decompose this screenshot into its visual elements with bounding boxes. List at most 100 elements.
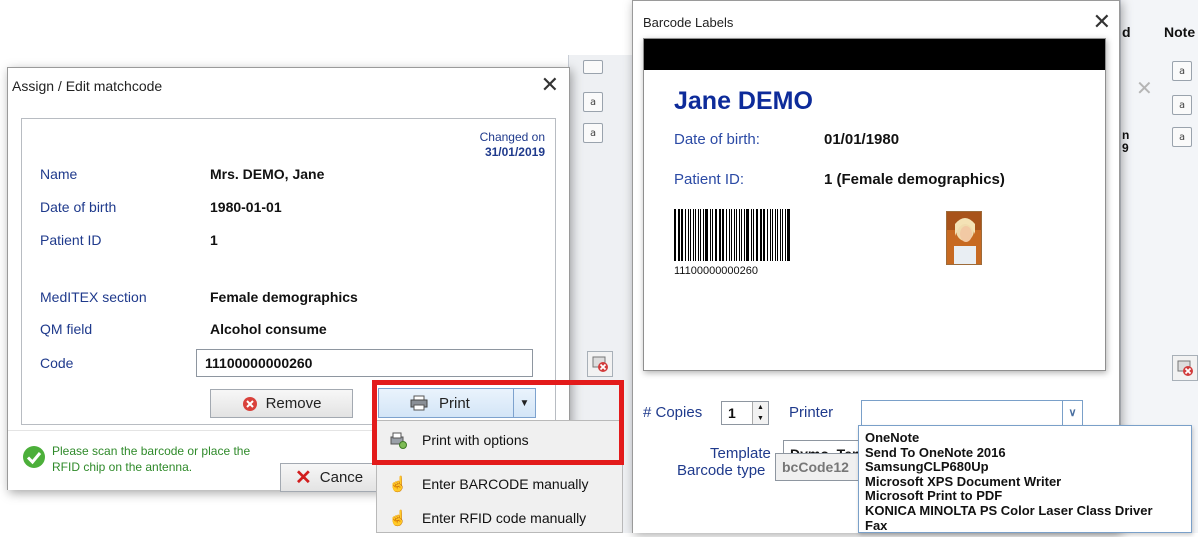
card-patient-name: Jane DEMO xyxy=(674,87,813,115)
barcode-bar xyxy=(678,209,680,261)
background-header-right: Note xyxy=(1164,24,1196,40)
row-edit-icon[interactable]: a xyxy=(583,92,603,112)
menu-item-label: Enter RFID code manually xyxy=(422,510,587,526)
barcode-bar xyxy=(681,209,683,261)
barcode-graphic xyxy=(674,209,794,261)
template-label: Template xyxy=(710,445,771,462)
card-patient-id-value: 1 (Female demographics) xyxy=(824,171,1005,188)
barcode-bar xyxy=(782,209,783,261)
dialog-titlebar[interactable]: Barcode Labels ✕ xyxy=(633,1,1119,35)
barcode-bar xyxy=(763,209,765,261)
check-icon xyxy=(22,445,46,469)
barcode-bar xyxy=(695,209,696,261)
hand-icon: ☝ xyxy=(388,510,408,527)
printer-option[interactable]: Microsoft XPS Document Writer xyxy=(865,474,1061,489)
chevron-down-icon[interactable]: ∨ xyxy=(1062,401,1082,425)
spinner-arrows-icon[interactable]: ▲ ▼ xyxy=(752,402,768,424)
hand-icon: ☝ xyxy=(388,476,408,493)
card-dob-value: 01/01/1980 xyxy=(824,131,900,148)
dob-value: 1980-01-01 xyxy=(210,199,282,215)
close-icon[interactable]: ✕ xyxy=(1093,9,1111,35)
printer-option[interactable]: KONICA MINOLTA PS Color Laser Class Driv… xyxy=(865,503,1153,518)
row-edit-icon[interactable]: a xyxy=(583,123,603,143)
barcode-type-select[interactable]: bcCode12 xyxy=(775,453,865,481)
barcode-bar xyxy=(719,209,721,261)
printer-dropdown-list: OneNote Send To OneNote 2016 SamsungCLP680… xyxy=(858,425,1192,533)
qm-field-value: Alcohol consume xyxy=(210,321,327,337)
barcode-bar xyxy=(700,209,701,261)
changed-on-label: Changed on xyxy=(479,130,545,144)
barcode-bar xyxy=(767,209,768,261)
background-close-icon: ✕ xyxy=(1136,78,1153,100)
menu-item-enter-barcode[interactable]: ☝ Enter BARCODE manually xyxy=(377,465,622,503)
close-icon[interactable]: ✕ xyxy=(541,72,559,98)
barcode-bar xyxy=(739,209,740,261)
barcode-bar xyxy=(777,209,778,261)
barcode-bar xyxy=(688,209,689,261)
printer-option[interactable]: SamsungCLP680Up xyxy=(865,459,989,474)
printer-select[interactable]: ∨ xyxy=(861,400,1083,426)
dob-label: Date of birth xyxy=(40,199,117,215)
menu-item-enter-rfid[interactable]: ☝ Enter RFID code manually xyxy=(377,499,622,537)
dialog-titlebar[interactable]: Assign / Edit matchcode ✕ xyxy=(8,68,569,102)
status-message: Please scan the barcode or place the RFI… xyxy=(52,444,251,474)
cancel-button[interactable]: ✕ Cance xyxy=(280,463,380,492)
barcode-bar xyxy=(744,209,745,261)
patient-id-label: Patient ID xyxy=(40,232,102,248)
card-header-band xyxy=(644,39,1105,70)
delete-record-icon[interactable] xyxy=(1172,355,1198,381)
barcode-number: 11100000000260 xyxy=(674,265,759,277)
barcode-bar xyxy=(726,209,727,261)
printer-label: Printer xyxy=(789,404,834,421)
row-edit-icon[interactable]: a xyxy=(1172,95,1192,115)
barcode-bar xyxy=(703,209,704,261)
barcode-bar xyxy=(729,209,730,261)
card-dob-label: Date of birth: xyxy=(674,131,760,148)
label-preview-card: Jane DEMO Date of birth: 01/01/1980 Pati… xyxy=(643,38,1106,371)
changed-on-info: Changed on 31/01/2019 xyxy=(480,130,545,160)
background-peek-text-bottom: 9 xyxy=(1122,141,1129,155)
barcode-bar xyxy=(690,209,691,261)
barcode-bar xyxy=(715,209,717,261)
barcode-bar xyxy=(693,209,694,261)
barcode-bar xyxy=(751,209,752,261)
barcode-bar xyxy=(787,209,790,261)
code-input[interactable]: 11100000000260 xyxy=(196,349,533,377)
row-edit-icon[interactable]: a xyxy=(1172,127,1192,147)
name-label: Name xyxy=(40,166,78,182)
highlight-annotation-box xyxy=(372,380,624,465)
barcode-bar xyxy=(775,209,776,261)
background-header-left: d xyxy=(1122,24,1131,40)
changed-on-date: 31/01/2019 xyxy=(484,145,545,159)
section-label: MedITEX section xyxy=(40,289,147,305)
printer-option[interactable]: OneNote xyxy=(865,430,919,445)
barcode-type-label-text: Barcode type xyxy=(677,462,766,479)
cancel-x-icon: ✕ xyxy=(295,466,312,489)
barcode-bar xyxy=(685,209,686,261)
dialog-title: Barcode Labels xyxy=(643,15,734,30)
name-value: Mrs. DEMO, Jane xyxy=(210,166,325,182)
barcode-bar xyxy=(722,209,724,261)
barcode-bar xyxy=(674,209,676,261)
qm-field-label: QM field xyxy=(40,321,93,337)
printer-option[interactable]: Send To OneNote 2016 xyxy=(865,445,1006,460)
copies-spinner[interactable]: 1 ▲ ▼ xyxy=(721,401,769,425)
row-edit-icon[interactable]: a xyxy=(1172,61,1192,81)
delete-record-icon[interactable] xyxy=(587,351,613,377)
copies-label: # Copies xyxy=(643,404,703,421)
barcode-bar xyxy=(770,209,771,261)
card-patient-id-label: Patient ID: xyxy=(674,171,745,188)
barcode-bar xyxy=(780,209,781,261)
section-value: Female demographics xyxy=(210,289,358,305)
patient-photo xyxy=(946,211,982,265)
printer-option[interactable]: Microsoft Print to PDF xyxy=(865,488,1002,503)
barcode-bar xyxy=(772,209,773,261)
matchcode-details-panel: Changed on 31/01/2019 Name Mrs. DEMO, Ja… xyxy=(21,118,556,425)
printer-option[interactable]: Fax xyxy=(865,518,887,532)
barcode-bar xyxy=(712,209,713,261)
row-edit-icon[interactable] xyxy=(583,60,603,74)
cancel-label: Cance xyxy=(319,469,364,486)
remove-button[interactable]: Remove xyxy=(210,389,353,418)
barcode-bar xyxy=(746,209,749,261)
barcode-bar xyxy=(760,209,762,261)
